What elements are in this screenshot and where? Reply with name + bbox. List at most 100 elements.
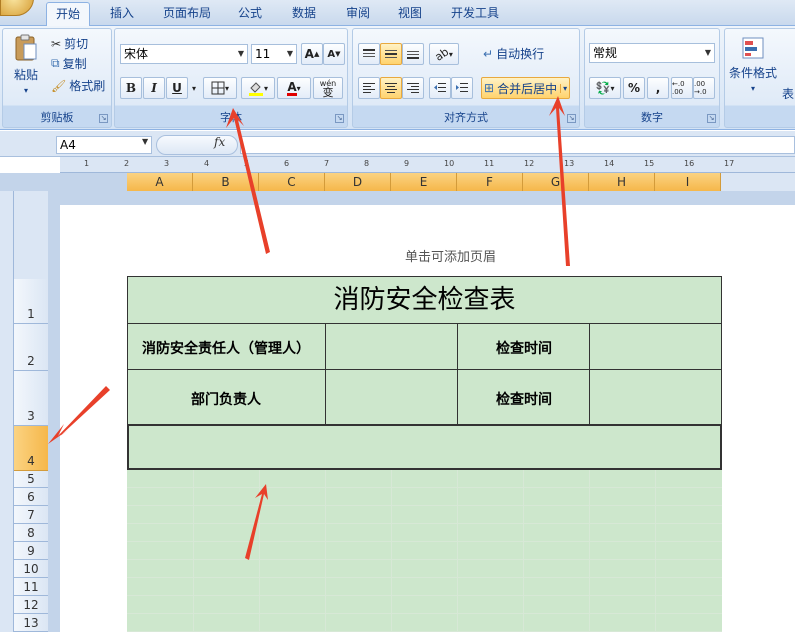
increase-indent-button[interactable] (451, 77, 473, 99)
decrease-decimal-button[interactable]: .00 →.0 (693, 77, 715, 99)
shrink-font-button[interactable]: A ▼ (323, 43, 345, 65)
row-header-12[interactable]: 12 (14, 596, 48, 614)
accounting-format-button[interactable]: 💱 ▾ (589, 77, 621, 99)
name-box-dropdown-icon[interactable]: ▼ (142, 137, 148, 146)
underline-dropdown-icon[interactable]: ▾ (188, 77, 200, 99)
borders-button[interactable]: ▾ (203, 77, 237, 99)
alignment-launcher-icon[interactable]: ↘ (567, 114, 576, 123)
align-left-icon (363, 83, 375, 93)
fill-color-button[interactable]: ▾ (241, 77, 275, 99)
cell-e3-check-time[interactable]: 检查时间 (458, 389, 590, 409)
number-launcher-icon[interactable]: ↘ (707, 114, 716, 123)
cell-b3-department-head[interactable]: 部门负责人 (127, 389, 325, 409)
decrease-indent-icon (434, 83, 446, 92)
column-header-h[interactable]: H (589, 173, 655, 191)
ruler-number: 12 (524, 159, 535, 168)
tab-page-layout[interactable]: 页面布局 (156, 2, 218, 26)
tab-home[interactable]: 开始 (46, 2, 90, 27)
column-header-b[interactable]: B (193, 173, 259, 191)
row-header-6[interactable]: 6 (14, 488, 48, 506)
column-header-g[interactable]: G (523, 173, 589, 191)
name-box[interactable]: A4 (56, 136, 152, 154)
row-header-3[interactable]: 3 (14, 371, 48, 426)
ruler-number: 2 (124, 159, 130, 168)
column-header-e[interactable]: E (391, 173, 457, 191)
row-header-4[interactable]: 4 (14, 426, 48, 471)
gridline-horizontal (127, 559, 722, 560)
column-header-c[interactable]: C (259, 173, 325, 191)
selection-border (127, 424, 129, 470)
cell-b2-responsible-person[interactable]: 消防安全责任人（管理人） (127, 338, 325, 358)
copy-button[interactable]: ⧉ 复制 (51, 55, 87, 72)
table-border (325, 323, 326, 425)
clipboard-launcher-icon[interactable]: ↘ (99, 114, 108, 123)
formula-input[interactable] (240, 136, 795, 154)
column-header-d[interactable]: D (325, 173, 391, 191)
chevron-down-icon: ▾ (224, 83, 229, 93)
phonetic-button[interactable]: wén 变 (313, 77, 343, 99)
italic-button[interactable]: I (143, 77, 165, 99)
align-middle-button[interactable] (380, 43, 402, 65)
align-center-button[interactable] (380, 77, 402, 99)
conditional-format-button[interactable]: 条件格式 ▾ (729, 35, 777, 93)
ruler-number: 9 (404, 159, 410, 168)
tab-data[interactable]: 数据 (282, 2, 326, 26)
paste-button[interactable]: 粘贴 ▾ (9, 33, 43, 95)
format-as-table-label[interactable]: 表 (782, 85, 794, 102)
chevron-down-icon[interactable]: ▾ (560, 83, 567, 93)
row-header-13[interactable]: 13 (14, 614, 48, 632)
grow-font-button[interactable]: A ▲ (301, 43, 323, 65)
tab-insert[interactable]: 插入 (100, 2, 144, 26)
border-grid-icon (211, 81, 225, 95)
font-size-combo[interactable]: 11 ▼ (251, 44, 297, 64)
font-size-value: 11 (255, 47, 271, 61)
row-header-1[interactable]: 1 (14, 279, 48, 324)
underline-button[interactable]: U (166, 77, 188, 99)
row-header-11[interactable]: 11 (14, 578, 48, 596)
cell-e2-check-time[interactable]: 检查时间 (458, 338, 590, 358)
chevron-down-icon: ▼ (237, 49, 245, 58)
header-placeholder[interactable]: 单击可添加页眉 (405, 246, 496, 265)
tab-review[interactable]: 审阅 (336, 2, 380, 26)
row-header-2[interactable]: 2 (14, 324, 48, 371)
sheet-title-cell[interactable]: 消防安全检查表 (127, 278, 722, 322)
column-header-a[interactable]: A (127, 173, 193, 191)
insert-function-icon[interactable]: fx (214, 135, 225, 149)
wrap-text-button[interactable]: ↵ 自动换行 (483, 45, 544, 62)
row-header-9[interactable]: 9 (14, 542, 48, 560)
cut-button[interactable]: ✂ 剪切 (51, 35, 88, 52)
row-header-10[interactable]: 10 (14, 560, 48, 578)
font-color-button[interactable]: A ▾ (277, 77, 311, 99)
font-name-combo[interactable]: 宋体 ▼ (120, 44, 248, 64)
percent-button[interactable]: % (623, 77, 645, 99)
orientation-button[interactable]: ab ▾ (429, 43, 459, 65)
tab-view[interactable]: 视图 (388, 2, 432, 26)
column-header-i[interactable]: I (655, 173, 721, 191)
row-header-8[interactable]: 8 (14, 524, 48, 542)
office-button[interactable] (0, 0, 34, 16)
row-header-7[interactable]: 7 (14, 506, 48, 524)
bold-button[interactable]: B (120, 77, 142, 99)
comma-button[interactable]: , (647, 77, 669, 99)
table-border (127, 369, 722, 370)
row-header-5[interactable]: 5 (14, 471, 48, 488)
merge-center-button[interactable]: ⊞ 合并后居中 ▾ (481, 77, 571, 99)
font-group: 宋体 ▼ 11 ▼ A ▲ A ▼ B I U ▾ ▾ ▾ A ▾ wén 变 … (114, 28, 348, 128)
ribbon-tab-bar: 开始 插入 页面布局 公式 数据 审阅 视图 开发工具 (0, 0, 795, 27)
align-top-button[interactable] (358, 43, 380, 65)
tab-developer[interactable]: 开发工具 (444, 2, 506, 26)
align-left-button[interactable] (358, 77, 380, 99)
format-painter-button[interactable]: 🖌 格式刷 (51, 77, 105, 94)
decrease-indent-button[interactable] (429, 77, 451, 99)
gridline-horizontal (127, 541, 722, 542)
horizontal-ruler: 1 2 3 4 5 6 7 8 9 10 11 12 13 14 15 16 17 (60, 157, 795, 173)
align-right-button[interactable] (402, 77, 424, 99)
ruler-number: 17 (724, 159, 735, 168)
increase-decimal-button[interactable]: ←.0 .00 (671, 77, 693, 99)
tab-formulas[interactable]: 公式 (230, 2, 270, 26)
number-format-combo[interactable]: 常规 ▼ (589, 43, 715, 63)
sheet-grid[interactable] (127, 276, 722, 632)
align-bottom-button[interactable] (402, 43, 424, 65)
font-launcher-icon[interactable]: ↘ (335, 114, 344, 123)
column-header-f[interactable]: F (457, 173, 523, 191)
